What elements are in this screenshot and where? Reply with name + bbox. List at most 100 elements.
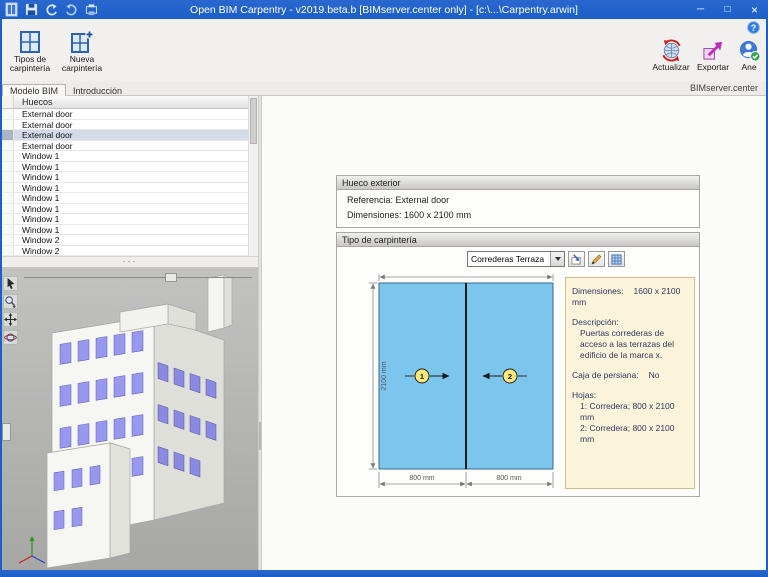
info-caja-label: Caja de persiana: — [572, 370, 639, 380]
close-button[interactable]: × — [741, 0, 768, 19]
minimize-button[interactable]: ─ — [687, 0, 714, 19]
ane-label: Ane — [741, 62, 757, 72]
row-label: Window 1 — [14, 193, 248, 204]
horizontal-splitter[interactable]: ··· — [2, 256, 258, 268]
row-selector[interactable] — [2, 109, 14, 120]
table-row[interactable]: Window 1 — [2, 172, 248, 183]
splitter-grip[interactable] — [259, 422, 261, 450]
view-slider-horizontal[interactable] — [24, 273, 252, 282]
huecos-column-header[interactable]: Huecos — [14, 96, 248, 109]
referencia-line: Referencia: External door — [337, 195, 699, 205]
edit-type-button[interactable] — [588, 251, 605, 267]
table-row[interactable]: Window 1 — [2, 182, 248, 193]
info-hoja-1: 1: Corredera; 800 x 2100 mm — [580, 401, 675, 422]
row-selector[interactable] — [2, 203, 14, 214]
carpentry-type-value: Correderas Terraza — [471, 254, 545, 264]
table-row[interactable]: Window 1 — [2, 224, 248, 235]
view-slider-vertical[interactable] — [2, 423, 11, 441]
view-slider-handle[interactable] — [165, 273, 178, 282]
app-window: Open BIM Carpentry - v2019.beta.b [BIMse… — [0, 0, 768, 577]
app-icon[interactable] — [3, 2, 19, 17]
new-carpentry-icon — [58, 29, 106, 55]
carpentry-window-icon — [6, 29, 54, 55]
table-scrollbar-thumb[interactable] — [250, 98, 257, 144]
ane-button[interactable]: Ane — [734, 38, 764, 72]
referencia-value: External door — [395, 195, 450, 205]
ribbon-tabstrip: Modelo BIM Introducción BIMserver.center — [2, 81, 766, 98]
table-row[interactable]: Window 1 — [2, 193, 248, 204]
row-selector[interactable] — [2, 161, 14, 172]
window-border-left — [0, 19, 2, 570]
orbit-icon[interactable] — [3, 330, 18, 345]
row-label: External door — [14, 119, 248, 130]
building-3d — [2, 268, 258, 570]
row-selector[interactable] — [2, 224, 14, 235]
info-descripcion-label: Descripción: — [572, 317, 619, 327]
table-scrollbar[interactable] — [248, 96, 258, 256]
table-row[interactable]: Window 2 — [2, 235, 248, 246]
redo-icon[interactable] — [63, 2, 79, 17]
refresh-globe-icon — [650, 38, 692, 62]
table-row[interactable]: External door — [2, 109, 248, 120]
row-selector[interactable] — [2, 140, 14, 151]
titlebar: Open BIM Carpentry - v2019.beta.b [BIMse… — [0, 0, 768, 19]
table-row[interactable]: Window 2 — [2, 245, 248, 256]
actualizar-button[interactable]: Actualizar — [650, 38, 692, 72]
maximize-button[interactable]: □ — [714, 0, 741, 19]
statusbar — [0, 570, 768, 577]
tipos-carpinteria-label: Tipos de carpintería — [9, 54, 51, 73]
row-selector[interactable] — [2, 130, 14, 141]
row-label: Window 1 — [14, 151, 248, 162]
row-selector[interactable] — [2, 193, 14, 204]
tipo-carpinteria-title: Tipo de carpintería — [337, 233, 699, 247]
undo-icon[interactable] — [43, 2, 59, 17]
row-selector[interactable] — [2, 182, 14, 193]
row-selector[interactable] — [2, 151, 14, 162]
carpentry-type-select[interactable]: Correderas Terraza — [467, 251, 565, 267]
leaf1-number: 1 — [420, 372, 424, 381]
row-selector[interactable] — [2, 245, 14, 256]
type-toolbar: Correderas Terraza — [467, 251, 625, 267]
zoom-icon[interactable] — [3, 294, 18, 309]
table-row[interactable]: Window 1 — [2, 161, 248, 172]
table-row[interactable]: External door — [2, 130, 248, 141]
row-label: Window 1 — [14, 203, 248, 214]
height-dimension — [369, 282, 377, 470]
nueva-carpinteria-button[interactable]: Nueva carpintería — [57, 25, 107, 74]
row-selector[interactable] — [2, 172, 14, 183]
row-label: Window 1 — [14, 214, 248, 225]
huecos-rows: External door External door External doo… — [2, 109, 248, 256]
exportar-button[interactable]: Exportar — [692, 38, 734, 72]
info-descripcion-text: Puertas correderas de acceso a las terra… — [580, 328, 675, 360]
info-caja: Caja de persiana: No — [572, 370, 688, 381]
chevron-down-icon[interactable] — [550, 252, 564, 266]
type-info-box: Dimensiones: 1600 x 2100 mm Descripción: … — [565, 277, 695, 489]
tipos-carpinteria-button[interactable]: Tipos de carpintería — [5, 25, 55, 74]
leaf2-number: 2 — [508, 372, 512, 381]
table-row[interactable]: Window 1 — [2, 203, 248, 214]
table-row[interactable]: External door — [2, 119, 248, 130]
save-icon[interactable] — [23, 2, 39, 17]
carpentry-drawing: 2100 mm 800 mm 800 mm 1 2 — [369, 274, 554, 488]
viewer-3d[interactable] — [2, 268, 258, 570]
tipo-carpinteria-panel: Tipo de carpintería Correderas Terraza 2… — [336, 232, 700, 497]
row-selector[interactable] — [2, 214, 14, 225]
import-type-button[interactable] — [568, 251, 585, 267]
table-row[interactable]: External door — [2, 140, 248, 151]
info-dimensiones: Dimensiones: 1600 x 2100 mm — [572, 286, 688, 308]
table-row[interactable]: Window 1 — [2, 214, 248, 225]
viewer-toolbar — [3, 276, 18, 345]
ribbon: Tipos de carpintería Nueva carpintería A… — [2, 19, 766, 81]
select-arrow-icon[interactable] — [3, 276, 18, 291]
table-row[interactable]: Window 1 — [2, 151, 248, 162]
row-selector[interactable] — [2, 235, 14, 246]
pan-icon[interactable] — [3, 312, 18, 327]
detail-area: Hueco exterior Referencia: External door… — [262, 96, 766, 570]
bottom-dimensions — [378, 472, 554, 488]
row-label: Window 1 — [14, 172, 248, 183]
window-title: Open BIM Carpentry - v2019.beta.b [BIMse… — [190, 3, 578, 16]
print-icon[interactable] — [83, 2, 99, 17]
library-grid-button[interactable] — [608, 251, 625, 267]
help-button[interactable]: ? — [747, 21, 760, 34]
row-selector[interactable] — [2, 119, 14, 130]
